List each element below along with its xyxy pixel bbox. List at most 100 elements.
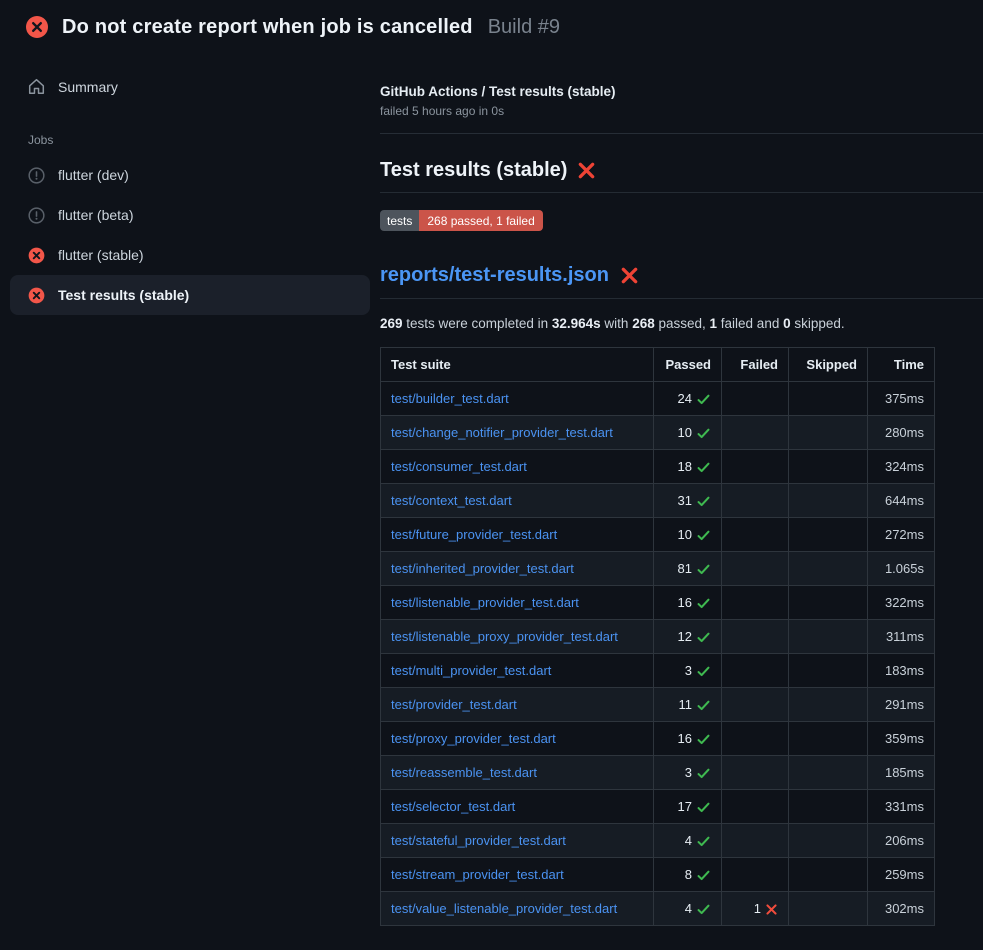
test-suite-link[interactable]: test/listenable_provider_test.dart [391, 595, 579, 610]
passed-cell: 10 [654, 518, 722, 552]
section-heading: Test results (stable) [380, 159, 983, 193]
test-suite-link[interactable]: test/stream_provider_test.dart [391, 867, 564, 882]
test-suite-cell: test/proxy_provider_test.dart [381, 722, 654, 756]
failed-cell: 1 [722, 892, 789, 926]
main-content: GitHub Actions / Test results (stable) f… [380, 52, 983, 926]
test-suite-cell: test/reassemble_test.dart [381, 756, 654, 790]
test-suite-link[interactable]: test/consumer_test.dart [391, 459, 527, 474]
table-row: test/listenable_provider_test.dart 16 32… [381, 586, 935, 620]
check-run-header: Do not create report when job is cancell… [0, 0, 983, 52]
failed-cell [722, 484, 789, 518]
test-suite-cell: test/selector_test.dart [381, 790, 654, 824]
table-row: test/multi_provider_test.dart 3 183ms [381, 654, 935, 688]
summary-segment: skipped. [791, 316, 845, 331]
test-suite-cell: test/listenable_provider_test.dart [381, 586, 654, 620]
passed-cell: 81 [654, 552, 722, 586]
sidebar: Summary Jobs flutter (dev) flutter (beta… [0, 52, 380, 315]
time-cell: 1.065s [868, 552, 935, 586]
test-suite-link[interactable]: test/future_provider_test.dart [391, 527, 557, 542]
passed-cell: 8 [654, 858, 722, 892]
skipped-cell [789, 892, 868, 926]
skipped-cell [789, 450, 868, 484]
col-header-test-suite: Test suite [381, 348, 654, 382]
passed-cell: 18 [654, 450, 722, 484]
table-row: test/inherited_provider_test.dart 81 1.0… [381, 552, 935, 586]
tests-status-badge[interactable]: tests 268 passed, 1 failed [380, 210, 543, 231]
summary-segment: with [601, 316, 633, 331]
failed-cell [722, 450, 789, 484]
test-suite-link[interactable]: test/proxy_provider_test.dart [391, 731, 556, 746]
time-cell: 375ms [868, 382, 935, 416]
test-suite-cell: test/provider_test.dart [381, 688, 654, 722]
time-cell: 359ms [868, 722, 935, 756]
summary-segment: 1 [710, 316, 718, 331]
skipped-cell [789, 586, 868, 620]
breadcrumb: GitHub Actions / Test results (stable) [380, 84, 983, 99]
time-cell: 331ms [868, 790, 935, 824]
test-suite-cell: test/context_test.dart [381, 484, 654, 518]
job-label: flutter (dev) [58, 167, 129, 183]
test-suite-link[interactable]: test/value_listenable_provider_test.dart [391, 901, 617, 916]
test-suite-link[interactable]: test/stateful_provider_test.dart [391, 833, 566, 848]
job-label: flutter (stable) [58, 247, 144, 263]
failed-cell [722, 518, 789, 552]
test-suite-cell: test/future_provider_test.dart [381, 518, 654, 552]
table-row: test/change_notifier_provider_test.dart … [381, 416, 935, 450]
skipped-cell [789, 688, 868, 722]
failed-cell [722, 858, 789, 892]
passed-cell: 3 [654, 654, 722, 688]
test-suite-cell: test/inherited_provider_test.dart [381, 552, 654, 586]
test-results-table: Test suite Passed Failed Skipped Time te… [380, 347, 935, 926]
failed-cell [722, 382, 789, 416]
skipped-cell [789, 518, 868, 552]
passed-cell: 24 [654, 382, 722, 416]
jobs-list: flutter (dev) flutter (beta) flutter (st… [10, 155, 370, 315]
test-suite-cell: test/multi_provider_test.dart [381, 654, 654, 688]
sidebar-job-item[interactable]: flutter (stable) [10, 235, 370, 275]
section-title: Test results (stable) [380, 159, 567, 182]
page-title: Do not create report when job is cancell… [62, 16, 473, 39]
test-suite-link[interactable]: test/multi_provider_test.dart [391, 663, 551, 678]
time-cell: 259ms [868, 858, 935, 892]
test-suite-link[interactable]: test/builder_test.dart [391, 391, 509, 406]
test-suite-link[interactable]: test/context_test.dart [391, 493, 512, 508]
skipped-cell [789, 824, 868, 858]
divider [380, 133, 983, 134]
job-label: flutter (beta) [58, 207, 133, 223]
test-suite-link[interactable]: test/provider_test.dart [391, 697, 517, 712]
summary-segment: failed and [717, 316, 783, 331]
failed-cell [722, 620, 789, 654]
sidebar-item-summary[interactable]: Summary [10, 70, 370, 103]
passed-cell: 16 [654, 586, 722, 620]
passed-cell: 3 [654, 756, 722, 790]
table-header-row: Test suite Passed Failed Skipped Time [381, 348, 935, 382]
skipped-cell [789, 722, 868, 756]
test-suite-link[interactable]: test/change_notifier_provider_test.dart [391, 425, 613, 440]
test-suite-link[interactable]: test/reassemble_test.dart [391, 765, 537, 780]
sidebar-job-item[interactable]: Test results (stable) [10, 275, 370, 315]
failed-cell [722, 722, 789, 756]
test-suite-cell: test/builder_test.dart [381, 382, 654, 416]
test-suite-cell: test/consumer_test.dart [381, 450, 654, 484]
sidebar-job-item[interactable]: flutter (beta) [10, 195, 370, 235]
test-suite-link[interactable]: test/selector_test.dart [391, 799, 515, 814]
col-header-skipped: Skipped [789, 348, 868, 382]
report-file-link[interactable]: reports/test-results.json [380, 264, 609, 287]
sidebar-job-item[interactable]: flutter (dev) [10, 155, 370, 195]
test-suite-cell: test/value_listenable_provider_test.dart [381, 892, 654, 926]
test-suite-link[interactable]: test/inherited_provider_test.dart [391, 561, 574, 576]
col-header-time: Time [868, 348, 935, 382]
x-circle-icon [25, 15, 49, 39]
test-suite-link[interactable]: test/listenable_proxy_provider_test.dart [391, 629, 618, 644]
table-row: test/value_listenable_provider_test.dart… [381, 892, 935, 926]
time-cell: 311ms [868, 620, 935, 654]
skipped-cell [789, 484, 868, 518]
badge-value: 268 passed, 1 failed [419, 210, 542, 231]
sidebar-summary-label: Summary [58, 79, 118, 95]
status-line: failed 5 hours ago in 0s [380, 104, 983, 118]
job-label: Test results (stable) [58, 287, 189, 303]
passed-cell: 4 [654, 824, 722, 858]
test-suite-cell: test/change_notifier_provider_test.dart [381, 416, 654, 450]
time-cell: 185ms [868, 756, 935, 790]
passed-cell: 11 [654, 688, 722, 722]
